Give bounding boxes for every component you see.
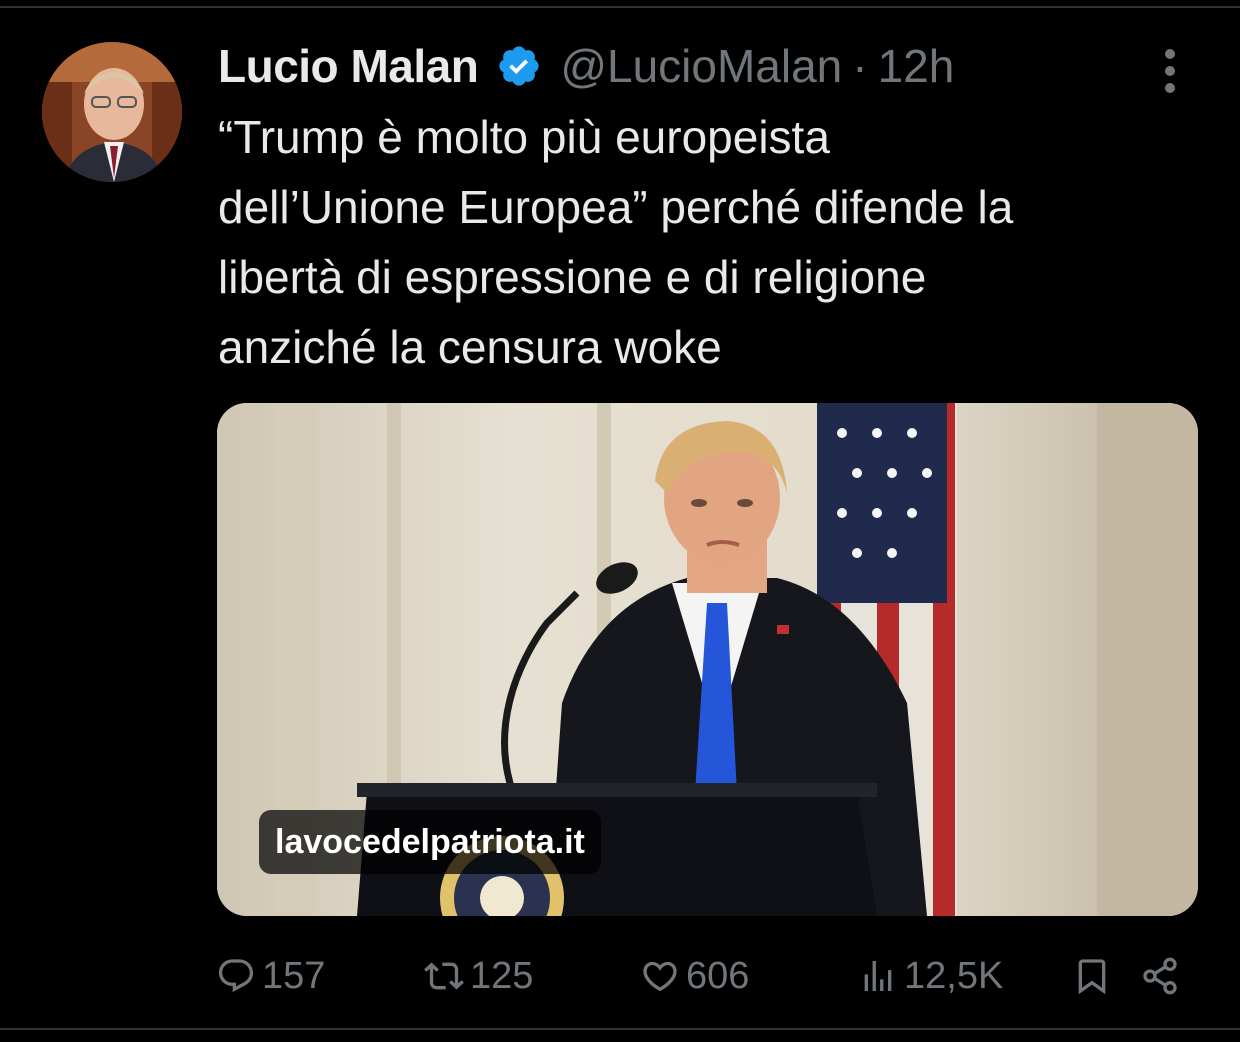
like-count: 606 <box>686 954 750 997</box>
bookmark-button[interactable] <box>1072 946 1112 1006</box>
reply-button[interactable]: 157 <box>216 946 325 1006</box>
author-handle[interactable]: @LucioMalan <box>560 39 842 93</box>
tweet-frame: Lucio Malan @LucioMalan · 12h “Trump è m… <box>0 0 1240 1042</box>
media-source-label[interactable]: lavocedelpatriota.it <box>259 810 601 874</box>
action-bar: 157 125 606 12,5K <box>216 946 1186 1006</box>
bottom-divider <box>0 1028 1240 1030</box>
share-icon <box>1143 957 1177 995</box>
verified-badge-icon <box>496 43 542 89</box>
top-divider <box>0 6 1240 8</box>
retweet-icon <box>424 962 464 990</box>
like-button[interactable]: 606 <box>640 946 749 1006</box>
separator-dot: · <box>852 40 868 92</box>
retweet-button[interactable]: 125 <box>424 946 533 1006</box>
retweet-count: 125 <box>470 954 534 997</box>
tweet-header: Lucio Malan @LucioMalan · 12h <box>218 36 954 96</box>
views-count: 12,5K <box>904 954 1004 997</box>
reply-count: 157 <box>262 954 326 997</box>
heart-icon <box>643 961 677 992</box>
tweet-text: “Trump è molto più europeista dell’Union… <box>218 111 1014 373</box>
views-button[interactable]: 12,5K <box>858 946 1003 1006</box>
tweet-timestamp[interactable]: 12h <box>878 39 955 93</box>
author-name[interactable]: Lucio Malan <box>218 39 479 93</box>
share-button[interactable] <box>1140 946 1180 1006</box>
author-avatar[interactable] <box>42 42 182 182</box>
reply-icon <box>218 959 254 993</box>
bookmark-icon <box>1078 959 1106 995</box>
more-vertical-icon[interactable] <box>1152 46 1188 96</box>
views-chart-icon <box>864 961 892 991</box>
